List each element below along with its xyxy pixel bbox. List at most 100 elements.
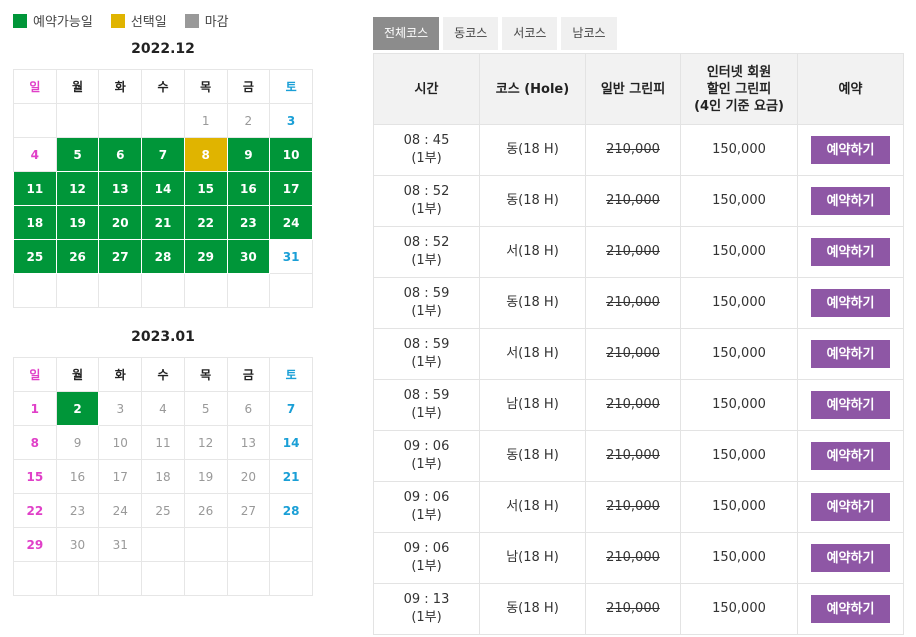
weekday-header: 목: [183, 357, 228, 392]
calendar-day[interactable]: 24: [269, 205, 313, 240]
reserve-button[interactable]: 예약하기: [811, 136, 890, 164]
calendar-empty-cell: [226, 273, 271, 308]
calendar-day[interactable]: 21: [141, 205, 185, 240]
calendar-day: 12: [183, 425, 228, 460]
weekday-header: 일: [13, 69, 57, 104]
calendar-day: 8: [13, 425, 57, 460]
calendar-day: 3: [98, 391, 143, 426]
discount-fee-cell: 150,000: [680, 175, 798, 227]
calendar-day[interactable]: 28: [141, 239, 185, 274]
tee-time-table: 시간 코스 (Hole) 일반 그린피 인터넷 회원 할인 그린피 (4인 기준 요금…: [373, 53, 904, 635]
reserve-button[interactable]: 예약하기: [811, 595, 890, 623]
tee-part: (1부): [411, 457, 442, 472]
calendar-day[interactable]: 17: [269, 171, 313, 206]
discount-fee-cell: 150,000: [680, 124, 798, 176]
reserve-button[interactable]: 예약하기: [811, 544, 890, 572]
calendar-day[interactable]: 25: [13, 239, 57, 274]
tee-part: (1부): [411, 253, 442, 268]
column-header-discount-fee: 인터넷 회원 할인 그린피 (4인 기준 요금): [680, 53, 798, 125]
calendar-empty-cell: [269, 527, 313, 562]
reserve-button[interactable]: 예약하기: [811, 289, 890, 317]
legend-swatch-selected: [110, 13, 125, 28]
calendar-day[interactable]: 15: [183, 171, 228, 206]
calendar-day[interactable]: 23: [226, 205, 271, 240]
calendar-day: 1: [183, 103, 228, 138]
tab-course-2[interactable]: 서코스: [502, 17, 558, 50]
calendar-day[interactable]: 10: [269, 137, 313, 172]
calendar-day: 31: [269, 239, 313, 274]
calendar-week-row: 11 12 13 14 15 16 17: [13, 171, 313, 206]
calendar-day[interactable]: 9: [226, 137, 271, 172]
weekday-header: 목: [183, 69, 228, 104]
calendar-week-row: 8 9 10 11 12 13 14: [13, 425, 313, 460]
tee-part: (1부): [411, 151, 442, 166]
reserve-button[interactable]: 예약하기: [811, 442, 890, 470]
calendar-day[interactable]: 26: [55, 239, 100, 274]
calendar-day[interactable]: 2: [55, 391, 100, 426]
course-cell: 서(18 H): [479, 226, 586, 278]
calendar-day[interactable]: 14: [141, 171, 185, 206]
discount-fee-cell: 150,000: [680, 226, 798, 278]
tee-part: (1부): [411, 610, 442, 625]
calendar-day: 31: [98, 527, 143, 562]
calendar-empty-cell: [98, 103, 143, 138]
tee-part: (1부): [411, 355, 442, 370]
calendar-day: 2: [226, 103, 271, 138]
reserve-button[interactable]: 예약하기: [811, 493, 890, 521]
tee-time: 08 : 59: [403, 337, 450, 352]
tee-part: (1부): [411, 304, 442, 319]
calendar-day[interactable]: 7: [141, 137, 185, 172]
calendar-day: 29: [13, 527, 57, 562]
calendar-day[interactable]: 18: [13, 205, 57, 240]
calendar-day[interactable]: 20: [98, 205, 143, 240]
calendar-day[interactable]: 5: [55, 137, 100, 172]
calendar-day[interactable]: 19: [55, 205, 100, 240]
weekday-header: 금: [226, 69, 271, 104]
tab-course-1[interactable]: 동코스: [443, 17, 499, 50]
weekday-header: 토: [269, 69, 313, 104]
calendar-day[interactable]: 22: [183, 205, 228, 240]
regular-fee-cell: 210,000: [585, 277, 681, 329]
calendar-day: 25: [141, 493, 185, 528]
calendar-day[interactable]: 12: [55, 171, 100, 206]
weekday-header: 월: [55, 69, 100, 104]
regular-fee-cell: 210,000: [585, 481, 681, 533]
tab-course-0[interactable]: 전체코스: [373, 17, 440, 50]
calendar-empty-cell: [141, 273, 185, 308]
calendar-day[interactable]: 30: [226, 239, 271, 274]
table-row: 09 : 06 (1부) 동(18 H) 210,000 150,000 예약하기: [373, 430, 904, 482]
calendar-day[interactable]: 27: [98, 239, 143, 274]
calendar-day[interactable]: 6: [98, 137, 143, 172]
column-header-reserve: 예약: [797, 53, 904, 125]
calendar-empty-cell: [226, 527, 271, 562]
weekday-header: 토: [269, 357, 313, 392]
calendar-week-row: 29 30 31: [13, 527, 313, 562]
calendar-week-row: 22 23 24 25 26 27 28: [13, 493, 313, 528]
reserve-button[interactable]: 예약하기: [811, 187, 890, 215]
calendar-day[interactable]: 13: [98, 171, 143, 206]
reserve-cell: 예약하기: [797, 481, 904, 533]
calendar-day[interactable]: 11: [13, 171, 57, 206]
table-row: 09 : 06 (1부) 서(18 H) 210,000 150,000 예약하기: [373, 481, 904, 533]
calendar-empty-cell: [183, 561, 228, 596]
calendar-day[interactable]: 16: [226, 171, 271, 206]
calendar-day[interactable]: 29: [183, 239, 228, 274]
weekday-header-row: 일월화수목금토: [13, 357, 313, 392]
calendar-empty-cell: [13, 561, 57, 596]
table-row: 08 : 59 (1부) 동(18 H) 210,000 150,000 예약하기: [373, 277, 904, 329]
reserve-button[interactable]: 예약하기: [811, 340, 890, 368]
reserve-cell: 예약하기: [797, 583, 904, 635]
legend-item-selected: 선택일: [110, 11, 167, 30]
regular-fee-cell: 210,000: [585, 430, 681, 482]
tab-course-3[interactable]: 남코스: [561, 17, 617, 50]
table-header-row: 시간 코스 (Hole) 일반 그린피 인터넷 회원 할인 그린피 (4인 기준 요금…: [373, 53, 904, 125]
tee-time-cell: 09 : 06 (1부): [373, 481, 480, 533]
calendar-week-row: 18 19 20 21 22 23 24: [13, 205, 313, 240]
tee-time-cell: 09 : 06 (1부): [373, 532, 480, 584]
calendar-day[interactable]: 8: [183, 137, 228, 172]
reserve-button[interactable]: 예약하기: [811, 238, 890, 266]
legend-label-available: 예약가능일: [33, 15, 93, 30]
tee-time-cell: 08 : 52 (1부): [373, 226, 480, 278]
reserve-cell: 예약하기: [797, 226, 904, 278]
reserve-button[interactable]: 예약하기: [811, 391, 890, 419]
